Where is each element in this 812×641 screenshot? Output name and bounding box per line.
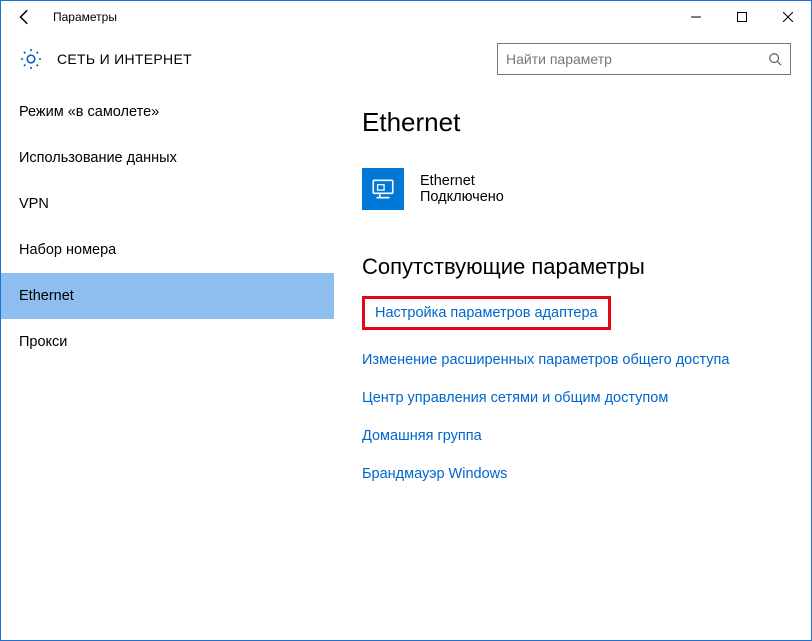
- sidebar-item-0[interactable]: Режим «в самолете»: [1, 89, 334, 135]
- search-input[interactable]: Найти параметр: [497, 43, 791, 75]
- close-icon: [783, 12, 793, 22]
- window-controls: [673, 1, 811, 33]
- minimize-icon: [691, 12, 701, 22]
- connection-name: Ethernet: [420, 173, 504, 189]
- ethernet-icon: [362, 168, 404, 210]
- maximize-button[interactable]: [719, 1, 765, 33]
- body: Режим «в самолете»Использование данныхVP…: [1, 85, 811, 640]
- header-row: СЕТЬ И ИНТЕРНЕТ Найти параметр: [1, 33, 811, 85]
- search-placeholder: Найти параметр: [506, 51, 768, 67]
- arrow-left-icon: [16, 8, 34, 26]
- connection-item[interactable]: Ethernet Подключено: [362, 168, 787, 210]
- connection-text: Ethernet Подключено: [420, 173, 504, 205]
- sidebar-item-3[interactable]: Набор номера: [1, 227, 334, 273]
- maximize-icon: [737, 12, 747, 22]
- related-link-4[interactable]: Брандмауэр Windows: [362, 466, 507, 482]
- related-link-0[interactable]: Настройка параметров адаптера: [375, 305, 598, 321]
- search-icon: [768, 52, 782, 66]
- minimize-button[interactable]: [673, 1, 719, 33]
- sidebar-item-4[interactable]: Ethernet: [1, 273, 334, 319]
- sidebar: Режим «в самолете»Использование данныхVP…: [1, 85, 334, 640]
- window-title: Параметры: [53, 10, 673, 24]
- connection-status: Подключено: [420, 189, 504, 205]
- close-button[interactable]: [765, 1, 811, 33]
- related-link-1[interactable]: Изменение расширенных параметров общего …: [362, 352, 729, 368]
- sidebar-item-1[interactable]: Использование данных: [1, 135, 334, 181]
- highlighted-link-box: Настройка параметров адаптера: [362, 296, 611, 330]
- related-link-3[interactable]: Домашняя группа: [362, 428, 482, 444]
- titlebar: Параметры: [1, 1, 811, 33]
- related-links: Настройка параметров адаптера Изменение р…: [362, 296, 787, 482]
- content-panel: Ethernet Ethernet Подключено Сопутствующ…: [334, 85, 811, 640]
- sidebar-item-2[interactable]: VPN: [1, 181, 334, 227]
- gear-icon: [19, 47, 43, 71]
- related-link-2[interactable]: Центр управления сетями и общим доступом: [362, 390, 668, 406]
- related-heading: Сопутствующие параметры: [362, 254, 787, 280]
- category-title: СЕТЬ И ИНТЕРНЕТ: [57, 51, 483, 67]
- settings-window: Параметры СЕТЬ И ИНТЕРНЕТ Найти параметр…: [0, 0, 812, 641]
- back-button[interactable]: [1, 1, 49, 33]
- page-heading: Ethernet: [362, 107, 787, 138]
- sidebar-item-5[interactable]: Прокси: [1, 319, 334, 365]
